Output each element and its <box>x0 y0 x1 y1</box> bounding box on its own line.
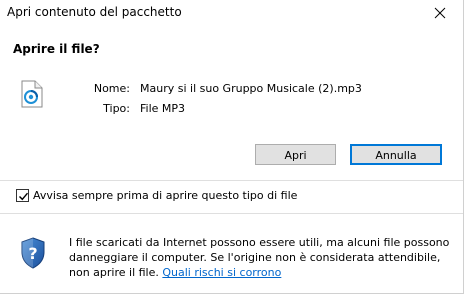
cancel-button[interactable]: Annulla <box>350 144 442 165</box>
shield-icon: ? <box>20 237 46 269</box>
file-name-value: Maury si il suo Gruppo Musicale (2).mp3 <box>140 82 362 95</box>
warning-line: danneggiare il computer. Se l'origine no… <box>69 251 441 264</box>
file-name-label: Nome: <box>93 82 130 95</box>
file-type-value: File MP3 <box>140 102 186 115</box>
warning-line: I file scaricati da Internet possono ess… <box>69 236 450 249</box>
always-ask-checkbox[interactable] <box>16 189 29 202</box>
close-button[interactable] <box>417 0 463 27</box>
file-type-label: Tipo: <box>103 102 130 115</box>
svg-text:?: ? <box>28 244 37 263</box>
close-icon <box>434 7 446 19</box>
warning-line-prefix: non aprire il file. <box>69 266 163 279</box>
title-bar: Apri contenuto del pacchetto <box>0 0 463 27</box>
open-button[interactable]: Apri <box>255 144 336 165</box>
security-warning: I file scaricati da Internet possono ess… <box>69 235 449 280</box>
dialog-heading: Aprire il file? <box>13 42 100 56</box>
always-ask-label[interactable]: Avvisa sempre prima di aprire questo tip… <box>33 189 297 202</box>
divider <box>0 213 463 214</box>
divider <box>0 180 463 181</box>
risks-link[interactable]: Quali rischi si corrono <box>162 266 281 279</box>
window-title: Apri contenuto del pacchetto <box>7 5 182 19</box>
warning-line: non aprire il file. Quali rischi si corr… <box>69 265 449 280</box>
audio-file-icon <box>21 80 43 108</box>
checkmark-icon <box>19 192 29 201</box>
open-file-dialog: Apri contenuto del pacchetto Aprire il f… <box>0 0 464 294</box>
